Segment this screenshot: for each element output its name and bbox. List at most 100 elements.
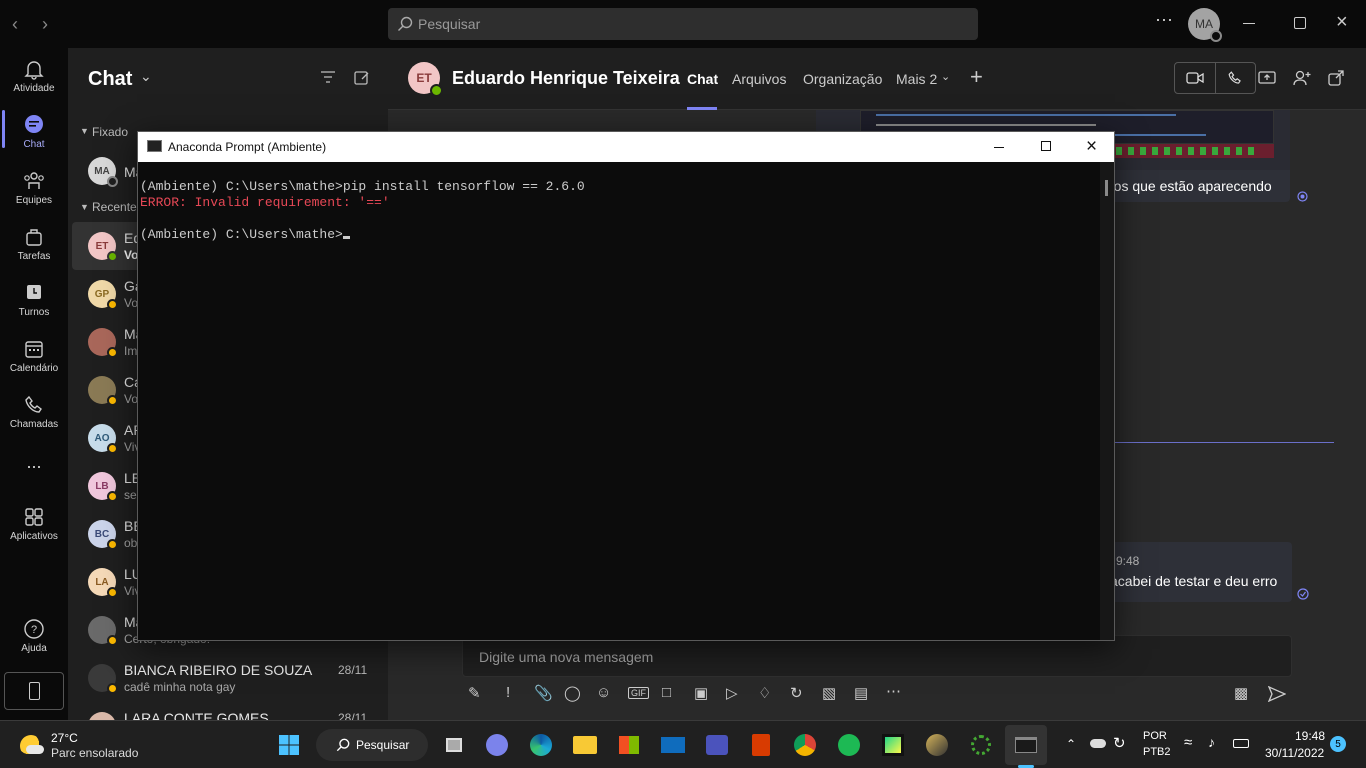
caret-down-icon[interactable]: ▼ [80,202,89,212]
notification-badge[interactable]: 5 [1330,736,1346,752]
rail-item-atividade[interactable]: Atividade [0,58,68,94]
language-bottom[interactable]: PTB2 [1143,746,1171,758]
more-options-icon[interactable]: ⋯ [1155,10,1173,31]
new-chat-icon[interactable] [354,69,370,85]
language-top[interactable]: POR [1143,730,1167,742]
gif-icon[interactable]: GIF [628,687,649,699]
cmd-title-bar[interactable]: Anaconda Prompt (Ambiente) × [138,132,1114,162]
clock-date[interactable]: 30/11/2022 [1265,746,1324,760]
message-bubble[interactable]: 9:48 acabei de testar e deu erro [1100,542,1292,602]
chat-list-item[interactable]: LARA CONTE GOMES 28/11 [68,702,388,720]
start-button[interactable] [273,729,305,761]
status-away-icon [107,587,118,598]
chat-list-item[interactable]: BIANCA RIBEIRO DE SOUZA 28/11 cadê minha… [68,654,388,702]
minimize-icon[interactable] [1243,23,1255,24]
edge-browser-icon[interactable] [525,729,557,761]
important-icon[interactable]: ! [506,684,510,701]
share-screen-icon[interactable] [1258,70,1276,86]
show-hidden-icons[interactable]: ⌃ [1066,737,1076,751]
battery-icon[interactable] [1233,739,1249,748]
message-bubble[interactable]: ros que estão aparecendo [1100,170,1290,202]
pycharm-icon[interactable] [877,729,909,761]
teams-chat-icon[interactable] [481,729,513,761]
rail-item-equipes[interactable]: Equipes [0,170,68,206]
rail-item-ajuda[interactable]: ? Ajuda [0,618,68,654]
restore-icon[interactable] [1294,17,1306,29]
rail-item-turnos[interactable]: Turnos [0,282,68,318]
microsoft-store-icon[interactable] [613,729,645,761]
tab-more[interactable]: Mais 2 [896,71,937,87]
format-icon[interactable]: ✎ [468,684,481,702]
terminal-taskbar-icon[interactable] [1010,729,1042,761]
tab-arquivos[interactable]: Arquivos [732,71,786,87]
video-call-icon[interactable] [1186,71,1204,85]
back-arrow-icon[interactable]: ‹ [12,14,18,35]
microsoft-teams-icon[interactable] [701,729,733,761]
sticker-icon[interactable]: □ [662,684,671,701]
mail-icon[interactable] [657,729,689,761]
notification-count: 5 [1335,738,1341,750]
minimize-icon[interactable] [994,147,1004,148]
taskbar-search[interactable]: Pesquisar [316,729,428,761]
weather-widget[interactable]: 27°C Parc ensolarado [18,729,158,761]
add-people-icon[interactable] [1292,69,1312,87]
rail-item-chamadas[interactable]: Chamadas [0,394,68,430]
attach-icon[interactable]: 📎 [534,684,553,702]
contact-avatar[interactable]: ET [408,62,443,97]
office-icon[interactable] [745,729,777,761]
terminal-output[interactable]: (Ambiente) C:\Users\mathe>pip install te… [138,162,1100,640]
app-rail: Atividade Chat Equipes Tarefas Turnos Ca… [0,48,68,720]
chevron-down-icon[interactable]: ⌄ [140,68,152,85]
compose-box[interactable]: Digite uma nova mensagem [462,635,1292,677]
spotify-icon[interactable] [833,729,865,761]
anaconda-navigator-icon[interactable] [965,729,997,761]
chevron-down-icon[interactable]: ⌄ [941,70,950,83]
rail-item-tarefas[interactable]: Tarefas [0,226,68,262]
status-offline-icon [1210,30,1222,42]
tab-organizacao[interactable]: Organização [803,71,882,87]
text-cursor [342,236,350,239]
pop-out-icon[interactable] [1328,70,1344,86]
delivered-check-icon [1297,588,1309,600]
terminal-prompt-line: (Ambiente) C:\Users\mathe> [140,227,1100,243]
send-icon[interactable] [1268,686,1286,702]
close-icon[interactable]: × [1086,136,1097,158]
scrollbar-thumb[interactable] [1105,180,1108,196]
caret-down-icon[interactable]: ▼ [80,126,89,136]
task-view-icon[interactable] [438,729,470,761]
praise-icon[interactable]: ♢ [758,684,771,702]
rail-item-chat[interactable]: Chat [0,114,68,150]
clock-time[interactable]: 19:48 [1295,729,1325,743]
rail-item-calendario[interactable]: Calendário [0,338,68,374]
audio-call-icon[interactable] [1227,70,1243,86]
stream-icon[interactable]: ▷ [726,684,738,702]
onedrive-icon[interactable] [1090,739,1106,748]
filter-icon[interactable] [320,70,336,84]
schedule-meeting-icon[interactable]: ▣ [694,684,708,702]
loop-icon[interactable]: ◯ [564,684,581,702]
close-icon[interactable]: × [1336,11,1348,34]
search-box[interactable]: Pesquisar [388,8,978,40]
refresh-loop-icon[interactable]: ↻ [790,684,803,702]
app-badge-icon[interactable] [921,729,953,761]
mobile-device-button[interactable] [4,672,64,710]
rail-item-aplicativos[interactable]: Aplicativos [0,506,68,542]
wifi-icon[interactable]: ≈ [1184,734,1192,751]
sync-icon[interactable]: ↻ [1113,734,1126,752]
scrollbar[interactable] [1100,162,1114,640]
rail-more-button[interactable]: ... [0,452,68,473]
tab-chat[interactable]: Chat [687,71,718,87]
forward-arrow-icon[interactable]: › [42,14,48,35]
forms-icon[interactable]: ▤ [854,684,868,702]
maximize-icon[interactable] [1041,141,1051,151]
volume-icon[interactable]: ♪ [1208,734,1215,750]
emoji-icon[interactable]: ☺ [596,684,611,701]
anaconda-prompt-window[interactable]: Anaconda Prompt (Ambiente) × (Ambiente) … [137,131,1115,641]
user-avatar[interactable]: MA [1188,8,1222,42]
video-clip-icon[interactable]: ▩ [1234,684,1248,702]
more-actions-icon[interactable]: ⋯ [886,682,901,700]
add-tab-icon[interactable]: + [970,64,983,90]
approvals-icon[interactable]: ▧ [822,684,836,702]
chrome-browser-icon[interactable] [789,729,821,761]
file-explorer-icon[interactable] [569,729,601,761]
